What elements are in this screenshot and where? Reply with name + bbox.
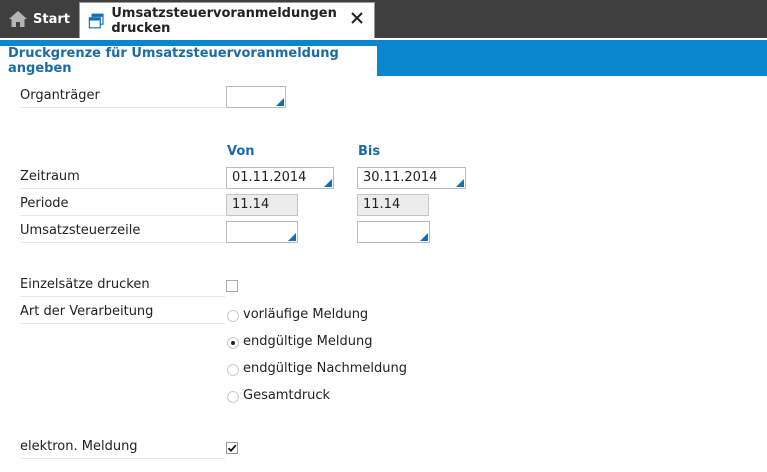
value-help-icon[interactable] bbox=[420, 233, 428, 241]
section-title: Druckgrenze für Umsatzsteuervoranmeldung… bbox=[0, 46, 377, 76]
value-help-icon[interactable] bbox=[276, 98, 284, 106]
periode-from-value: 11.14 bbox=[226, 194, 298, 216]
home-icon bbox=[9, 11, 27, 27]
elektron-meldung-checkbox[interactable] bbox=[226, 442, 238, 454]
checkmark-icon bbox=[227, 444, 237, 453]
value-help-icon[interactable] bbox=[324, 179, 332, 187]
value-help-icon[interactable] bbox=[456, 179, 464, 187]
zeitraum-from-input[interactable]: 01.11.2014 bbox=[226, 167, 334, 189]
label-umsatzsteuerzeile: Umsatzsteuerzeile bbox=[20, 221, 225, 243]
column-header-von: Von bbox=[227, 144, 255, 159]
column-header-bis: Bis bbox=[358, 144, 381, 159]
label-periode: Periode bbox=[20, 194, 225, 216]
tab-umsatzsteuervoranmeldungen[interactable]: Umsatzsteuervoranmeldungen drucken bbox=[79, 2, 375, 38]
window-icon bbox=[88, 13, 104, 28]
radio-endgueltige-meldung[interactable] bbox=[227, 337, 239, 349]
radio-label-vorlaeufige-meldung: vorläufige Meldung bbox=[243, 307, 369, 322]
label-zeitraum: Zeitraum bbox=[20, 167, 225, 189]
tab-start-label: Start bbox=[33, 11, 70, 27]
label-einzelsaetze: Einzelsätze drucken bbox=[20, 275, 225, 297]
tab-start[interactable]: Start bbox=[0, 0, 76, 38]
umsatzsteuerzeile-to-input[interactable] bbox=[357, 221, 430, 243]
radio-label-gesamtdruck: Gesamtdruck bbox=[243, 388, 331, 403]
tab-active-label: Umsatzsteuervoranmeldungen drucken bbox=[111, 5, 337, 36]
radio-endgueltige-nachmeldung[interactable] bbox=[227, 364, 239, 376]
radio-label-endgueltige-nachmeldung: endgültige Nachmeldung bbox=[243, 361, 408, 376]
umsatzsteuerzeile-from-input[interactable] bbox=[226, 221, 298, 243]
label-organtraeger: Organträger bbox=[20, 86, 225, 108]
einzelsaetze-checkbox[interactable] bbox=[226, 280, 238, 292]
close-icon[interactable] bbox=[350, 11, 364, 25]
label-verarbeitung: Art der Verarbeitung bbox=[20, 302, 225, 324]
organtraeger-input[interactable] bbox=[226, 86, 286, 108]
label-elektron-meldung: elektron. Meldung bbox=[20, 437, 225, 459]
radio-vorlaeufige-meldung[interactable] bbox=[227, 310, 239, 322]
radio-gesamtdruck[interactable] bbox=[227, 391, 239, 403]
zeitraum-to-input[interactable]: 30.11.2014 bbox=[357, 167, 466, 189]
periode-to-value: 11.14 bbox=[357, 194, 429, 216]
radio-label-endgueltige-meldung: endgültige Meldung bbox=[243, 334, 373, 349]
value-help-icon[interactable] bbox=[288, 233, 296, 241]
